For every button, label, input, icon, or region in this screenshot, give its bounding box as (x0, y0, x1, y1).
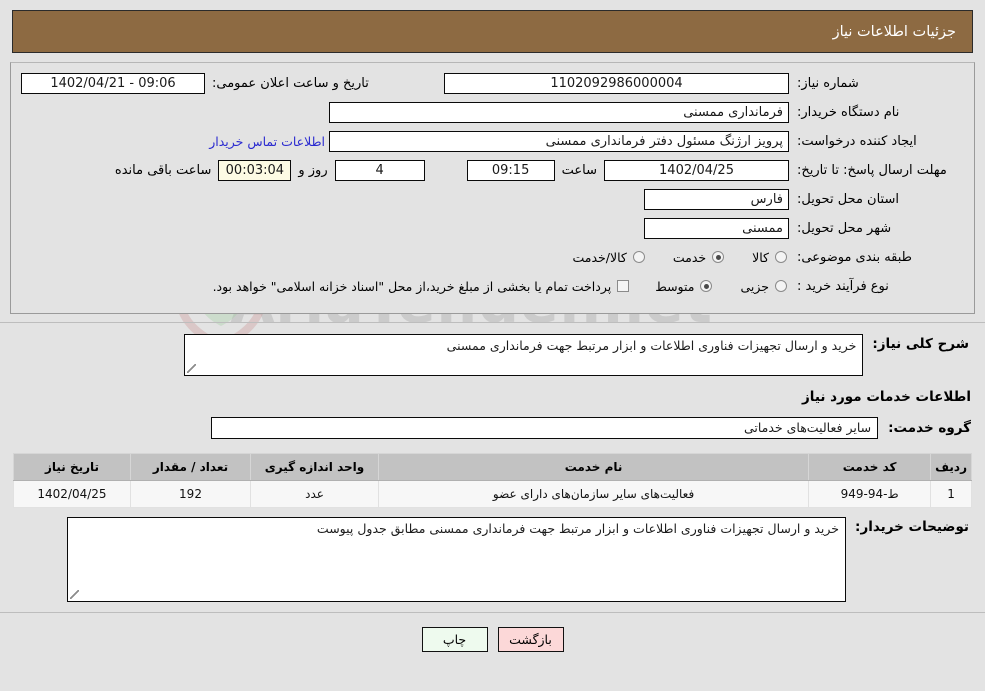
cell-unit: عدد (250, 480, 379, 508)
divider-bottom (0, 612, 985, 613)
process-option-label-0: جزیی (740, 278, 769, 294)
services-table-head: ردیف کد خدمت نام خدمت واحد اندازه گیری ت… (13, 453, 972, 481)
service-group-label: گروه خدمت: (888, 420, 971, 436)
row-delivery-city: شهر محل تحویل: ممسنی (21, 216, 964, 240)
page-root: AriaTender.net جزئیات اطلاعات نیاز شماره… (0, 0, 985, 691)
days-remaining-value: 4 (334, 159, 425, 181)
row-request-creator: ایجاد کننده درخواست: پرویز ارژنگ مسئول د… (21, 129, 964, 153)
row-buyer-org: نام دستگاه خریدار: فرمانداری ممسنی (21, 100, 964, 124)
need-number-value: 1102092986000004 (444, 72, 789, 94)
service-group-value: سایر فعالیت‌های خدماتی (211, 417, 879, 439)
cell-radif: 1 (930, 480, 972, 508)
radio-icon[interactable] (775, 280, 787, 292)
buyer-notes-label: توضیحات خریدار: (855, 519, 969, 535)
footer-buttons: بازگشت چاپ (0, 627, 985, 652)
row-buyer-notes: توضیحات خریدار: خرید و ارسال تجهیزات فنا… (10, 508, 975, 602)
table-row: 1 ط-94-949 فعالیت‌های سایر سازمان‌های دا… (13, 480, 972, 508)
need-info-panel: شماره نیاز: 1102092986000004 تاریخ و ساع… (10, 62, 975, 314)
services-table-wrapper: ردیف کد خدمت نام خدمت واحد اندازه گیری ت… (10, 453, 975, 508)
process-radio-motavaset[interactable]: متوسط (655, 279, 714, 294)
col-header-name: نام خدمت (377, 453, 810, 481)
services-table: ردیف کد خدمت نام خدمت واحد اندازه گیری ت… (13, 453, 972, 508)
need-number-label: شماره نیاز: (797, 75, 859, 91)
col-header-date: تاریخ نیاز (13, 453, 131, 481)
cell-date: 1402/04/25 (13, 480, 131, 508)
deadline-hour-label: ساعت (561, 162, 597, 178)
header-wrapper: جزئیات اطلاعات نیاز (0, 0, 985, 53)
radio-icon[interactable] (632, 251, 645, 263)
creator-value: پرویز ارژنگ مسئول دفتر فرمانداری ممسنی (329, 130, 789, 152)
buyer-org-value: فرمانداری ممسنی (329, 101, 789, 123)
col-header-code: کد خدمت (808, 453, 932, 481)
publish-datetime-value: 09:06 - 1402/04/21 (21, 72, 205, 94)
category-option-label-1: خدمت (672, 249, 707, 265)
row-subject-category: طبقه بندی موضوعی: کالا خدمت کالا/خدمت (21, 245, 964, 269)
services-table-body: 1 ط-94-949 فعالیت‌های سایر سازمان‌های دا… (13, 480, 972, 508)
row-need-number: شماره نیاز: 1102092986000004 تاریخ و ساع… (21, 71, 964, 95)
city-value: ممسنی (644, 217, 789, 239)
deadline-time-value: 09:15 (466, 159, 555, 181)
services-section-title: اطلاعات خدمات مورد نیاز (801, 389, 971, 405)
province-label: استان محل تحویل: (797, 191, 899, 207)
category-option-label-0: کالا (752, 249, 769, 265)
deadline-label: مهلت ارسال پاسخ: تا تاریخ: (797, 162, 947, 178)
days-and-label: روز و (298, 162, 328, 178)
process-label: نوع فرآیند خرید : (797, 278, 889, 294)
need-description-textarea[interactable]: خرید و ارسال تجهیزات فناوری اطلاعات و اب… (184, 334, 864, 376)
radio-icon[interactable] (700, 280, 713, 292)
cell-code: ط-94-949 (808, 480, 932, 508)
treasury-checkbox[interactable] (617, 280, 630, 292)
need-description-section: شرح کلی نیاز: خرید و ارسال تجهیزات فناور… (10, 323, 975, 602)
category-radio-kala-khedmat[interactable]: کالا/خدمت (572, 250, 646, 265)
row-purchase-process: نوع فرآیند خرید : جزیی متوسط پرداخت تمام… (21, 274, 964, 298)
radio-icon[interactable] (775, 251, 787, 263)
col-header-radif: ردیف (930, 453, 972, 481)
cell-qty: 192 (130, 480, 251, 508)
category-option-label-2: کالا/خدمت (572, 249, 627, 265)
table-header-row: ردیف کد خدمت نام خدمت واحد اندازه گیری ت… (13, 453, 972, 481)
creator-label: ایجاد کننده درخواست: (797, 133, 917, 149)
col-header-unit: واحد اندازه گیری (250, 453, 379, 481)
category-radio-kala[interactable]: کالا (752, 250, 789, 265)
col-header-qty: تعداد / مقدار (130, 453, 251, 481)
publish-datetime-label: تاریخ و ساعت اعلان عمومی: (212, 75, 369, 91)
radio-icon[interactable] (712, 251, 725, 263)
page-header: جزئیات اطلاعات نیاز (12, 10, 973, 53)
category-radio-khedmat[interactable]: خدمت (673, 250, 726, 265)
buyer-contact-link[interactable]: اطلاعات تماس خریدار (205, 134, 329, 149)
treasury-note: پرداخت تمام یا بخشی از مبلغ خرید،از محل … (212, 278, 612, 294)
row-delivery-province: استان محل تحویل: فارس (21, 187, 964, 211)
countdown-timer: 00:03:04 (218, 159, 292, 181)
buyer-notes-textarea[interactable]: خرید و ارسال تجهیزات فناوری اطلاعات و اب… (67, 517, 847, 602)
province-value: فارس (644, 188, 789, 210)
need-description-label: شرح کلی نیاز: (872, 336, 969, 352)
row-response-deadline: مهلت ارسال پاسخ: تا تاریخ: 1402/04/25 سا… (21, 158, 964, 182)
category-label: طبقه بندی موضوعی: (797, 249, 913, 265)
row-need-description: شرح کلی نیاز: خرید و ارسال تجهیزات فناور… (10, 323, 975, 376)
back-button[interactable]: بازگشت (497, 627, 564, 652)
row-service-group: گروه خدمت: سایر فعالیت‌های خدماتی (10, 417, 975, 439)
cell-name: فعالیت‌های سایر سازمان‌های دارای عضو (377, 480, 810, 508)
buyer-org-label: نام دستگاه خریدار: (797, 104, 900, 120)
print-button[interactable]: چاپ (421, 627, 488, 652)
deadline-date-value: 1402/04/25 (604, 159, 789, 181)
process-option-label-1: متوسط (655, 278, 695, 294)
page-title: جزئیات اطلاعات نیاز (832, 23, 956, 40)
process-radio-jozei[interactable]: جزیی (740, 279, 789, 294)
remaining-label: ساعت باقی مانده (114, 162, 212, 178)
city-label: شهر محل تحویل: (797, 220, 892, 236)
